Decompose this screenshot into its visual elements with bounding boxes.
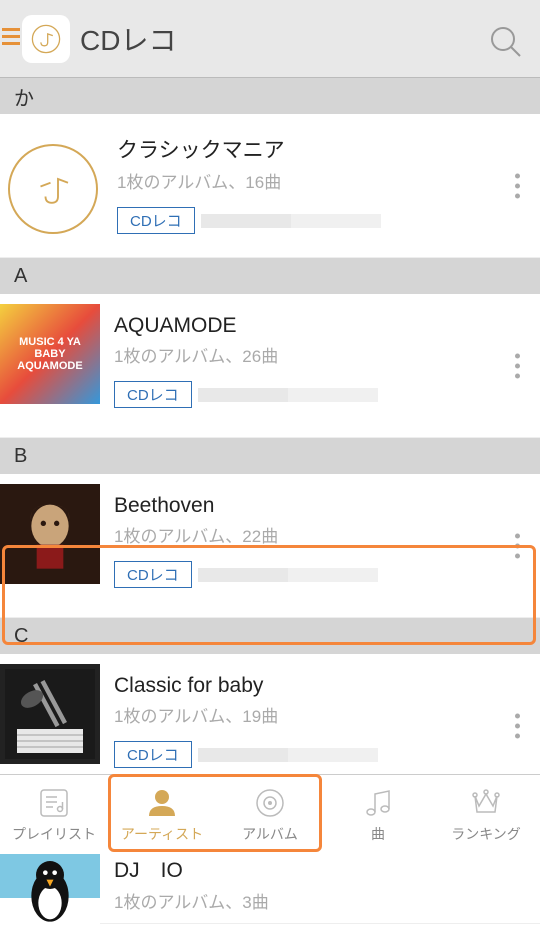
tab-album[interactable]: アルバム [216, 775, 324, 854]
app-title: CDレコ [80, 19, 176, 59]
artist-thumb-placeholder-icon [8, 144, 98, 234]
tab-song[interactable]: 曲 [324, 775, 432, 854]
source-tag: CDレコ [114, 381, 192, 408]
item-tag-row: CDレコ [114, 381, 540, 408]
item-title: Classic for baby [114, 674, 540, 698]
bottom-tabbar: プレイリスト アーティスト アルバム 曲 ランキング [0, 774, 540, 854]
more-icon[interactable] [515, 173, 520, 198]
item-body: クラシックマニア 1枚のアルバム、16曲 CDレコ [103, 124, 540, 234]
section-header: か [0, 78, 540, 114]
app-header: CDレコ [0, 0, 540, 78]
artist-thumb [0, 844, 100, 934]
list-item[interactable]: MUSIC 4 YA BABYAQUAMODE AQUAMODE 1枚のアルバム… [0, 294, 540, 438]
more-icon[interactable] [515, 713, 520, 738]
tab-label: アーティスト [121, 824, 203, 844]
item-subtitle: 1枚のアルバム、26曲 [114, 342, 540, 367]
tab-label: ランキング [451, 824, 521, 844]
artist-thumb [0, 484, 100, 584]
item-tag-row: CDレコ [117, 207, 540, 234]
tab-artist[interactable]: アーティスト [108, 775, 216, 854]
list-item[interactable]: クラシックマニア 1枚のアルバム、16曲 CDレコ [0, 114, 540, 258]
item-title: Beethoven [114, 494, 540, 518]
source-tag: CDレコ [114, 561, 192, 588]
item-title: DJ IO [114, 854, 540, 884]
item-subtitle: 1枚のアルバム、3曲 [114, 888, 540, 913]
storage-bar [198, 388, 378, 402]
search-icon[interactable] [488, 24, 524, 60]
section-header: C [0, 618, 540, 654]
item-tag-row: CDレコ [114, 741, 540, 768]
app-logo-icon[interactable] [22, 15, 70, 63]
more-icon[interactable] [515, 353, 520, 378]
tab-label: アルバム [242, 824, 298, 844]
more-icon[interactable] [515, 533, 520, 558]
item-body: DJ IO 1枚のアルバム、3曲 [100, 844, 540, 927]
source-tag: CDレコ [114, 741, 192, 768]
hamburger-menu-icon[interactable] [2, 24, 20, 49]
source-tag: CDレコ [117, 207, 195, 234]
item-title: クラシックマニア [117, 134, 540, 164]
item-title: AQUAMODE [114, 314, 540, 338]
storage-bar [198, 748, 378, 762]
item-subtitle: 1枚のアルバム、19曲 [114, 702, 540, 727]
item-subtitle: 1枚のアルバム、16曲 [117, 168, 540, 193]
item-body: AQUAMODE 1枚のアルバム、26曲 CDレコ [100, 304, 540, 408]
section-header: A [0, 258, 540, 294]
section-header: B [0, 438, 540, 474]
item-body: Classic for baby 1枚のアルバム、19曲 CDレコ [100, 664, 540, 768]
item-tag-row: CDレコ [114, 561, 540, 588]
artist-thumb [0, 664, 100, 764]
tab-ranking[interactable]: ランキング [432, 775, 540, 854]
list-item[interactable]: Beethoven 1枚のアルバム、22曲 CDレコ [0, 474, 540, 618]
storage-bar [201, 214, 381, 228]
tab-playlist[interactable]: プレイリスト [0, 775, 108, 854]
tab-label: 曲 [371, 824, 385, 844]
item-subtitle: 1枚のアルバム、22曲 [114, 522, 540, 547]
storage-bar [198, 568, 378, 582]
tab-label: プレイリスト [12, 824, 96, 844]
item-body: Beethoven 1枚のアルバム、22曲 CDレコ [100, 484, 540, 588]
artist-thumb: MUSIC 4 YA BABYAQUAMODE [0, 304, 100, 404]
